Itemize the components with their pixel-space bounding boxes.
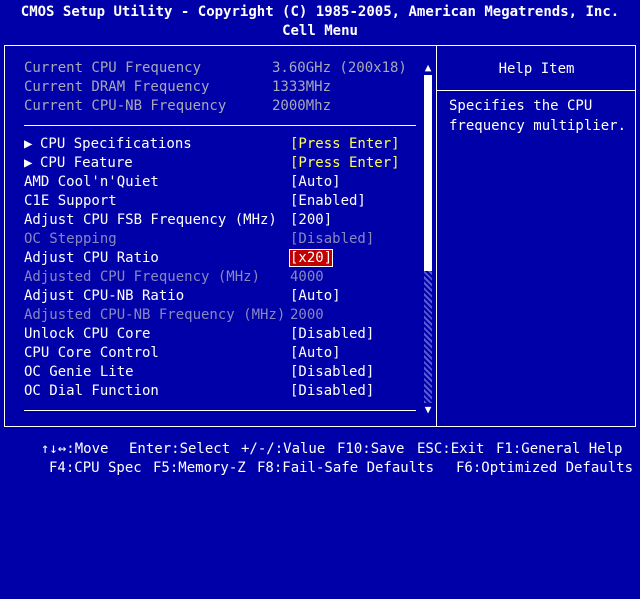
key-hint-cpu-spec: F4:CPU Spec	[49, 460, 142, 476]
setting-adjust-cpu-nb-ratio[interactable]: Adjust CPU-NB Ratio [Auto]	[24, 287, 424, 306]
info-label: Current CPU-NB Frequency	[24, 98, 227, 114]
item-value[interactable]: [Disabled]	[290, 363, 374, 382]
key-hint-fail-safe: F8:Fail-Safe Defaults	[257, 460, 435, 476]
scroll-down-icon[interactable]: ▼	[421, 403, 435, 417]
submenu-arrow-icon: ▶	[24, 136, 33, 152]
setting-adjust-cpu-ratio[interactable]: Adjust CPU Ratio [x20]	[24, 249, 424, 268]
setting-cpu-fsb-frequency[interactable]: Adjust CPU FSB Frequency (MHz) [200]	[24, 211, 424, 230]
item-value: [Disabled]	[290, 231, 375, 247]
info-label: Current DRAM Frequency	[24, 79, 210, 95]
item-label: Adjust CPU FSB Frequency (MHz)	[24, 212, 277, 228]
item-label: Unlock CPU Core	[24, 326, 151, 342]
item-value[interactable]: [200]	[290, 211, 332, 230]
menu-item-cpu-feature[interactable]: ▶ CPU Feature [Press Enter]	[24, 154, 424, 173]
item-label: Adjust CPU-NB Ratio	[24, 288, 185, 304]
key-hint-save: F10:Save	[337, 441, 405, 457]
setting-oc-dial-function[interactable]: OC Dial Function [Disabled]	[24, 382, 424, 401]
item-label: Adjusted CPU Frequency (MHz)	[24, 269, 261, 285]
setting-unlock-cpu-core[interactable]: Unlock CPU Core [Disabled]	[24, 325, 424, 344]
panel-divider	[436, 45, 437, 427]
key-hint-move: ↑↓↔:Move	[41, 441, 109, 457]
key-hint-optimized: F6:Optimized Defaults	[456, 460, 634, 476]
item-value[interactable]: [Enabled]	[290, 192, 366, 211]
selected-value[interactable]: [x20]	[288, 249, 334, 267]
info-row-cpu-nb-frequency: Current CPU-NB Frequency 2000Mhz	[24, 97, 424, 116]
item-value[interactable]: [Disabled]	[290, 325, 374, 344]
separator-bottom	[24, 410, 416, 411]
item-label: CPU Core Control	[24, 345, 159, 361]
item-value: 2000	[290, 307, 324, 323]
item-label: OC Stepping	[24, 231, 117, 247]
info-value: 1333MHz	[272, 79, 332, 95]
item-label: OC Dial Function	[24, 383, 159, 399]
setting-oc-stepping: OC Stepping [Disabled]	[24, 230, 424, 249]
scroll-up-icon[interactable]: ▲	[421, 61, 435, 75]
item-label: Adjusted CPU-NB Frequency (MHz)	[24, 307, 286, 323]
info-value: 3.60GHz (200x18)	[272, 60, 407, 76]
key-hint-general-help: F1:General Help	[496, 441, 623, 457]
readout-adjusted-cpu-frequency: Adjusted CPU Frequency (MHz) 4000	[24, 268, 424, 287]
item-label: CPU Feature	[40, 155, 133, 171]
key-legend-line2: F4:CPU Spec F5:Memory-Z F8:Fail-Safe Def…	[0, 458, 640, 478]
info-row-dram-frequency: Current DRAM Frequency 1333MHz	[24, 78, 424, 97]
setting-amd-cool-n-quiet[interactable]: AMD Cool'n'Quiet [Auto]	[24, 173, 424, 192]
help-separator	[437, 90, 636, 91]
title-bar: CMOS Setup Utility - Copyright (C) 1985-…	[0, 0, 640, 40]
info-label: Current CPU Frequency	[24, 60, 202, 76]
key-hint-select: Enter:Select	[129, 441, 231, 457]
item-label: OC Genie Lite	[24, 364, 134, 380]
key-hint-memory-z: F5:Memory-Z	[153, 460, 246, 476]
key-legend-line1: ↑↓↔:Move Enter:Select +/-/:Value F10:Sav…	[0, 439, 640, 459]
item-value[interactable]: [Press Enter]	[290, 154, 400, 173]
app-title: CMOS Setup Utility - Copyright (C) 1985-…	[20, 4, 620, 20]
separator-top	[24, 125, 416, 126]
item-value[interactable]: [Auto]	[290, 287, 341, 306]
item-value[interactable]: [Auto]	[290, 344, 341, 363]
item-label: C1E Support	[24, 193, 117, 209]
key-hint-value: +/-/:Value	[241, 441, 326, 457]
help-title: Help Item	[498, 61, 575, 77]
key-hint-exit: ESC:Exit	[417, 441, 485, 457]
setting-oc-genie-lite[interactable]: OC Genie Lite [Disabled]	[24, 363, 424, 382]
menu-item-cpu-specifications[interactable]: ▶ CPU Specifications [Press Enter]	[24, 135, 424, 154]
help-text: Specifies the CPU frequency multiplier.	[449, 98, 627, 134]
item-value[interactable]: [Press Enter]	[290, 135, 400, 154]
setting-cpu-core-control[interactable]: CPU Core Control [Auto]	[24, 344, 424, 363]
item-value[interactable]: [Auto]	[290, 173, 341, 192]
scrollbar[interactable]: ▲ ▼	[421, 61, 435, 417]
info-row-cpu-frequency: Current CPU Frequency 3.60GHz (200x18)	[24, 59, 424, 78]
item-value[interactable]: [Disabled]	[290, 382, 374, 401]
item-label: Adjust CPU Ratio	[24, 250, 159, 266]
scroll-thumb[interactable]	[424, 75, 432, 271]
item-value: 4000	[290, 269, 324, 285]
item-label: CPU Specifications	[40, 136, 192, 152]
submenu-arrow-icon: ▶	[24, 155, 33, 171]
info-value: 2000Mhz	[272, 98, 332, 114]
item-label: AMD Cool'n'Quiet	[24, 174, 159, 190]
setting-c1e-support[interactable]: C1E Support [Enabled]	[24, 192, 424, 211]
readout-adjusted-cpu-nb-frequency: Adjusted CPU-NB Frequency (MHz) 2000	[24, 306, 424, 325]
key-legend: ↑↓↔:Move Enter:Select +/-/:Value F10:Sav…	[0, 432, 640, 480]
menu-title: Cell Menu	[282, 23, 358, 39]
